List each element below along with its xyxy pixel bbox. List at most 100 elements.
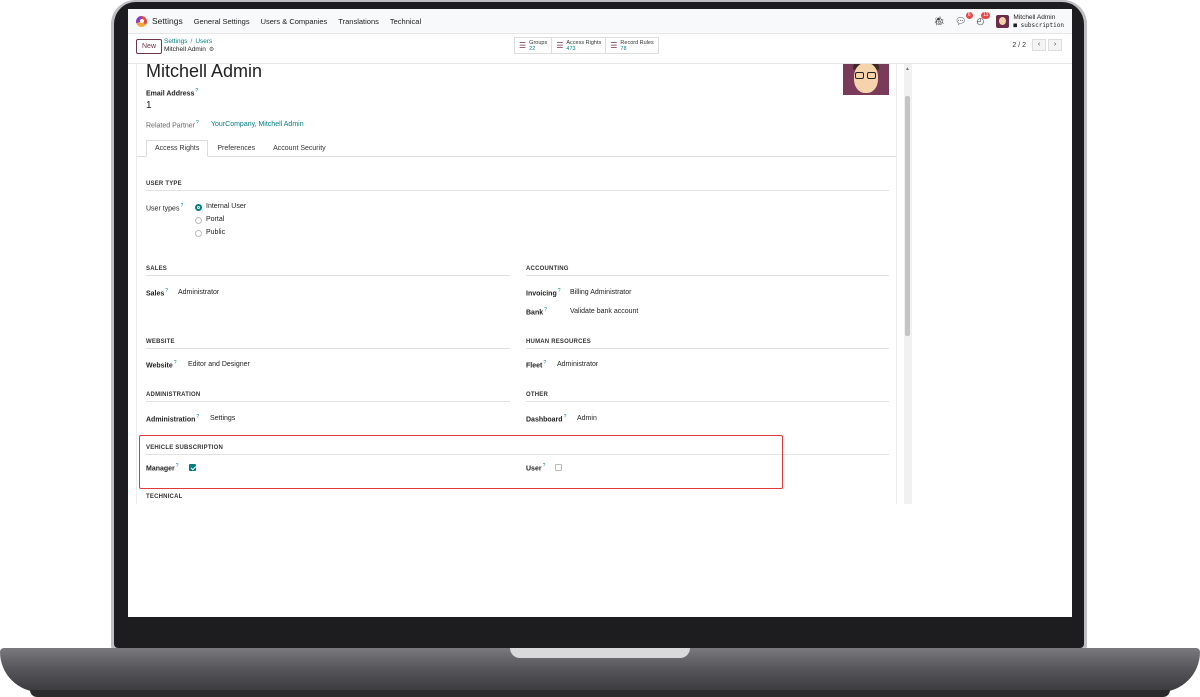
section-other: OTHER	[526, 392, 548, 398]
menu-technical[interactable]: Technical	[390, 17, 421, 26]
section-user-type: USER TYPE	[146, 181, 182, 187]
option-portal[interactable]: Portal	[206, 216, 224, 223]
bank-label-text: Bank	[526, 309, 544, 317]
email-value[interactable]: 1	[146, 100, 152, 111]
help-icon[interactable]: ?	[195, 88, 198, 94]
clock-icon[interactable]: ◴ 11	[977, 12, 991, 27]
chat-icon[interactable]: 💬︎ 6	[955, 12, 973, 27]
chevron-left-icon[interactable]: ‹	[1032, 39, 1046, 51]
control-panel: New Settings / Users Mitchell Admin ⚙ ☰ Gro…	[128, 34, 1072, 64]
pager-value: 2 / 2	[1012, 41, 1026, 49]
sales-label: Sales?	[146, 288, 168, 297]
app-menu-icon[interactable]	[136, 15, 147, 27]
administration-label-text: Administration	[146, 416, 196, 424]
bank-value[interactable]: Validate bank account	[570, 308, 638, 315]
breadcrumb-separator: /	[190, 38, 193, 45]
radio-portal[interactable]	[195, 217, 202, 224]
fleet-label-text: Fleet	[526, 362, 543, 370]
list-icon: ☰	[610, 40, 618, 50]
gear-icon[interactable]: ⚙	[209, 47, 214, 53]
breadcrumb-users[interactable]: Users	[195, 38, 212, 45]
new-button[interactable]: New	[136, 39, 163, 54]
laptop-mockup: Settings General Settings Users & Compan…	[0, 0, 1200, 697]
option-public[interactable]: Public	[206, 229, 225, 236]
breadcrumb-current: Mitchell Admin	[164, 46, 206, 53]
groups-count: 22	[529, 45, 536, 52]
help-icon[interactable]: ?	[558, 288, 561, 294]
tab-preferences[interactable]: Preferences	[208, 140, 264, 157]
invoicing-value[interactable]: Billing Administrator	[570, 289, 631, 296]
groups-label: Groups	[529, 39, 548, 46]
email-label-text: Email Address	[146, 90, 195, 98]
app-title[interactable]: Settings	[152, 16, 183, 26]
administration-value[interactable]: Settings	[210, 415, 235, 422]
email-label: Email Address?	[146, 88, 198, 97]
help-icon[interactable]: ?	[196, 414, 199, 420]
activity-badge: 11	[981, 12, 991, 19]
breadcrumb: Settings / Users Mitchell Admin ⚙	[164, 38, 214, 54]
user-menu[interactable]: Mitchell Admin ■ subscription	[1013, 14, 1064, 30]
dashboard-label-text: Dashboard	[526, 416, 563, 424]
breadcrumb-settings[interactable]: Settings	[164, 38, 188, 45]
users-icon: ☰	[519, 40, 527, 50]
user-types-label: User types?	[146, 203, 183, 212]
dashboard-value[interactable]: Admin	[577, 415, 597, 422]
user-avatar[interactable]	[996, 15, 1010, 28]
access-rights-smart-button[interactable]: ☰ Access Rights 473	[552, 38, 607, 53]
tab-account-security[interactable]: Account Security	[264, 140, 335, 157]
scroll-up-arrow-icon[interactable]: ▲	[905, 66, 910, 72]
user-name-field[interactable]: Mitchell Admin	[146, 64, 262, 82]
section-sales: SALES	[146, 266, 168, 272]
dashboard-label: Dashboard?	[526, 414, 566, 423]
fleet-value[interactable]: Administrator	[557, 361, 598, 368]
section-accounting: ACCOUNTING	[526, 266, 569, 272]
help-icon[interactable]: ?	[165, 288, 168, 294]
option-internal-user[interactable]: Internal User	[206, 203, 246, 210]
section-divider	[146, 275, 510, 276]
chat-badge: 6	[965, 12, 973, 19]
menu-translations[interactable]: Translations	[338, 17, 379, 26]
tab-access-rights[interactable]: Access Rights	[146, 140, 209, 157]
administration-label: Administration?	[146, 414, 199, 423]
record-rules-smart-button[interactable]: ☰ Record Rules 78	[606, 38, 658, 53]
help-icon[interactable]: ?	[544, 307, 547, 313]
user-photo[interactable]	[843, 64, 889, 95]
section-administration: ADMINISTRATION	[146, 392, 201, 398]
section-human-resources: HUMAN RESOURCES	[526, 339, 592, 345]
partner-label-text: Related Partner	[146, 122, 196, 130]
avatar-glasses-left	[855, 72, 864, 79]
database-name: ■ subscription	[1013, 21, 1064, 29]
section-divider	[526, 275, 889, 276]
pager: 2 / 2 ‹ ›	[1012, 39, 1062, 51]
top-navbar: Settings General Settings Users & Compan…	[128, 9, 1072, 34]
scrollbar-thumb[interactable]	[905, 96, 910, 336]
radio-internal-user[interactable]	[195, 204, 202, 211]
chevron-right-icon[interactable]: ›	[1048, 39, 1062, 51]
help-icon[interactable]: ?	[180, 203, 183, 209]
help-icon[interactable]: ?	[196, 120, 199, 126]
menu-users-companies[interactable]: Users & Companies	[261, 17, 328, 26]
radio-public[interactable]	[195, 230, 202, 237]
section-divider	[146, 348, 510, 349]
debug-icon[interactable]: 🐞︎	[934, 16, 945, 27]
sales-value[interactable]: Administrator	[178, 289, 219, 296]
help-icon[interactable]: ?	[543, 360, 546, 366]
access-rights-count: 473	[566, 45, 576, 52]
user-name: Mitchell Admin	[1013, 13, 1056, 21]
section-divider	[146, 190, 889, 191]
section-website: WEBSITE	[146, 339, 175, 345]
website-label: Website?	[146, 360, 177, 369]
groups-smart-button[interactable]: ☰ Groups 22	[515, 38, 553, 53]
invoicing-label-text: Invoicing	[526, 290, 557, 298]
help-icon[interactable]: ?	[174, 360, 177, 366]
partner-label: Related Partner?	[146, 120, 199, 129]
website-value[interactable]: Editor and Designer	[188, 361, 250, 368]
partner-link[interactable]: YourCompany, Mitchell Admin	[211, 121, 304, 128]
menu-general-settings[interactable]: General Settings	[194, 17, 250, 26]
highlight-box	[139, 435, 783, 489]
form-tabs: Access Rights Preferences Account Securi…	[146, 140, 335, 157]
access-rights-label: Access Rights	[566, 39, 602, 46]
laptop-notch	[510, 648, 690, 658]
help-icon[interactable]: ?	[564, 414, 567, 420]
laptop-shadow	[30, 690, 1170, 697]
